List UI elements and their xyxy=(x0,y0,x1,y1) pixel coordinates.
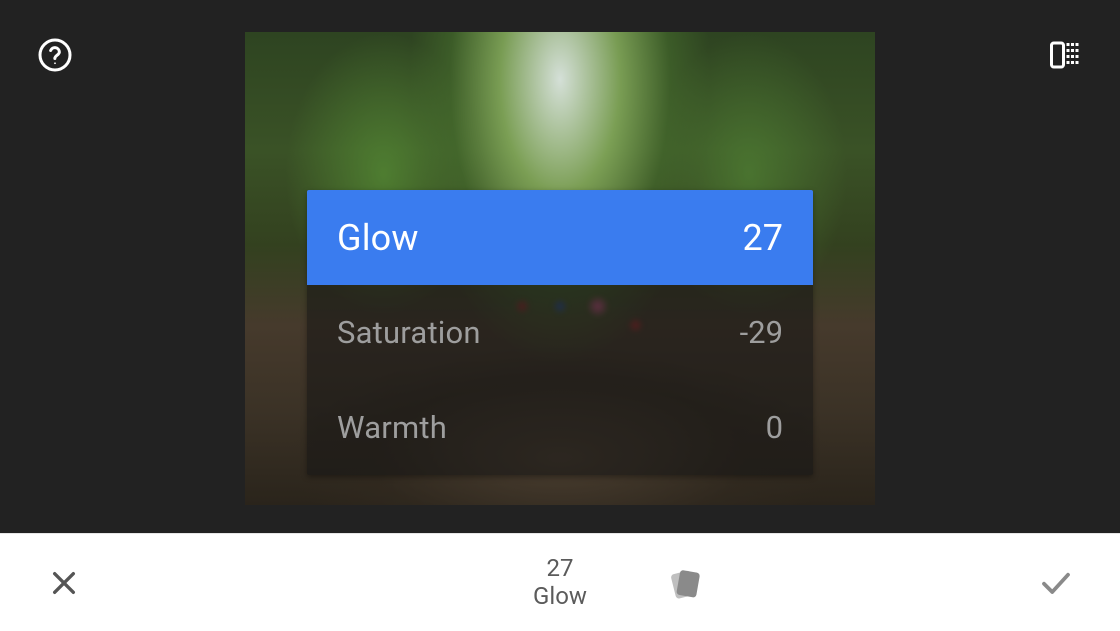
compare-icon xyxy=(1047,37,1083,73)
adjust-row-saturation[interactable]: Saturation -29 xyxy=(307,285,813,380)
current-adjustment-display: 27 Glow xyxy=(533,554,587,612)
adjust-label: Warmth xyxy=(337,409,447,446)
adjust-value: 0 xyxy=(766,409,783,446)
adjust-label: Saturation xyxy=(337,314,481,351)
editor-area: Glow 27 Saturation -29 Warmth 0 xyxy=(0,0,1120,533)
close-icon xyxy=(48,567,80,599)
bottom-toolbar: 27 Glow xyxy=(0,533,1120,631)
confirm-button[interactable] xyxy=(1032,559,1080,607)
help-circle-icon xyxy=(37,37,73,73)
help-button[interactable] xyxy=(35,35,75,75)
current-adjustment-value: 27 xyxy=(547,554,574,583)
adjust-row-warmth[interactable]: Warmth 0 xyxy=(307,380,813,475)
current-adjustment-label: Glow xyxy=(533,583,587,612)
adjust-value: -29 xyxy=(740,314,783,351)
adjust-label: Glow xyxy=(337,217,419,259)
styles-swatch-icon xyxy=(664,563,704,603)
cancel-button[interactable] xyxy=(40,559,88,607)
check-icon xyxy=(1038,565,1074,601)
styles-button[interactable] xyxy=(660,559,708,607)
adjustments-panel: Glow 27 Saturation -29 Warmth 0 xyxy=(307,190,813,475)
adjust-value: 27 xyxy=(743,217,783,259)
compare-button[interactable] xyxy=(1045,35,1085,75)
adjust-row-glow[interactable]: Glow 27 xyxy=(307,190,813,285)
